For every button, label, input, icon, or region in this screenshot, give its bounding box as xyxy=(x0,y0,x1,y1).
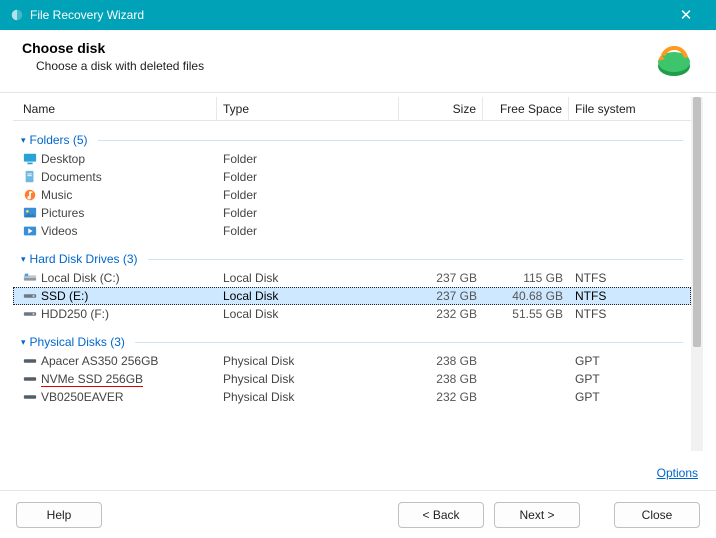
group-drives[interactable]: ▾ Hard Disk Drives (3) xyxy=(13,240,691,269)
drive-icon xyxy=(23,307,37,321)
options-link[interactable]: Options xyxy=(657,466,698,480)
column-free[interactable]: Free Space xyxy=(483,97,569,120)
divider xyxy=(98,140,683,141)
group-drives-label: Hard Disk Drives (3) xyxy=(30,252,138,266)
videos-icon xyxy=(23,224,37,238)
list-item[interactable]: Videos Folder xyxy=(13,222,691,240)
page-title: Choose disk xyxy=(22,40,654,56)
window-title: File Recovery Wizard xyxy=(30,8,666,22)
page-subtitle: Choose a disk with deleted files xyxy=(22,59,654,73)
disk-icon xyxy=(23,354,37,368)
divider xyxy=(135,342,683,343)
disk-icon xyxy=(23,372,37,386)
list-item[interactable]: VB0250EAVER Physical Disk 232 GB GPT xyxy=(13,388,691,406)
list-item[interactable]: Desktop Folder xyxy=(13,150,691,168)
disk-list-panel: Name Type Size Free Space File system ▾ … xyxy=(12,96,704,452)
list-item-selected[interactable]: SSD (E:) Local Disk 237 GB 40.68 GB NTFS xyxy=(13,287,691,305)
next-button[interactable]: Next > xyxy=(494,502,580,528)
drive-icon xyxy=(23,271,37,285)
column-type[interactable]: Type xyxy=(217,97,399,120)
chevron-down-icon: ▾ xyxy=(21,135,26,146)
list-item[interactable]: Apacer AS350 256GB Physical Disk 238 GB … xyxy=(13,352,691,370)
list-item[interactable]: HDD250 (F:) Local Disk 232 GB 51.55 GB N… xyxy=(13,305,691,323)
group-folders-label: Folders (5) xyxy=(30,133,88,147)
group-physical[interactable]: ▾ Physical Disks (3) xyxy=(13,323,691,352)
close-icon[interactable]: ✕ xyxy=(666,6,706,24)
documents-icon xyxy=(23,170,37,184)
wizard-footer: Help < Back Next > Close xyxy=(0,490,716,538)
wizard-header: Choose disk Choose a disk with deleted f… xyxy=(0,30,716,93)
help-button[interactable]: Help xyxy=(16,502,102,528)
drive-icon xyxy=(23,289,37,303)
desktop-icon xyxy=(23,152,37,166)
recovery-hero-icon xyxy=(654,40,694,80)
list-item[interactable]: NVMe SSD 256GB Physical Disk 238 GB GPT xyxy=(13,370,691,388)
titlebar: File Recovery Wizard ✕ xyxy=(0,0,716,30)
music-icon xyxy=(23,188,37,202)
app-icon xyxy=(10,8,24,22)
list-item[interactable]: Local Disk (C:) Local Disk 237 GB 115 GB… xyxy=(13,269,691,287)
column-header-row[interactable]: Name Type Size Free Space File system xyxy=(13,97,691,121)
group-folders[interactable]: ▾ Folders (5) xyxy=(13,121,691,150)
column-size[interactable]: Size xyxy=(399,97,483,120)
chevron-down-icon: ▾ xyxy=(21,254,26,265)
list-item[interactable]: Pictures Folder xyxy=(13,204,691,222)
chevron-down-icon: ▾ xyxy=(21,337,26,348)
group-physical-label: Physical Disks (3) xyxy=(30,335,125,349)
column-fs[interactable]: File system xyxy=(569,97,669,120)
pictures-icon xyxy=(23,206,37,220)
back-button[interactable]: < Back xyxy=(398,502,484,528)
close-button[interactable]: Close xyxy=(614,502,700,528)
column-name[interactable]: Name xyxy=(17,97,217,120)
list-item[interactable]: Documents Folder xyxy=(13,168,691,186)
divider xyxy=(148,259,683,260)
list-item[interactable]: Music Folder xyxy=(13,186,691,204)
scrollbar[interactable] xyxy=(691,97,703,451)
scrollbar-thumb[interactable] xyxy=(693,97,701,347)
disk-icon xyxy=(23,390,37,404)
